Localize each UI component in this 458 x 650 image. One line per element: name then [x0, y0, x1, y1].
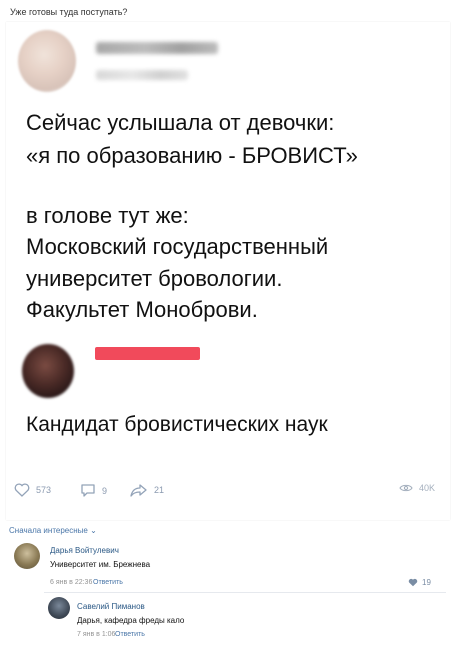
comment-author[interactable]: Дарья Войтулевич — [50, 546, 119, 555]
reply-author-avatar[interactable] — [22, 344, 74, 398]
share-button[interactable]: 21 — [130, 483, 164, 497]
comment-icon — [81, 484, 95, 497]
heart-icon — [14, 483, 30, 497]
comment-time[interactable]: 7 янв в 1:06 — [77, 631, 115, 638]
post-text-line: «я по образованию - БРОВИСТ» — [26, 143, 358, 168]
comment-like-count: 19 — [422, 578, 431, 587]
reply-text: Кандидат бровистических наук — [26, 413, 328, 436]
views-counter: 40K — [399, 483, 435, 493]
comment-author[interactable]: Савелий Пиманов — [77, 602, 145, 611]
comment-count: 9 — [102, 485, 108, 496]
like-button[interactable]: 573 — [14, 483, 51, 497]
page-caption: Уже готовы туда поступать? — [10, 7, 128, 17]
post-text-line: Факультет Моноброви. — [26, 297, 258, 322]
comment-divider — [44, 592, 446, 593]
comment-reply-button[interactable]: Ответить — [115, 631, 145, 638]
comment-text: Университет им. Брежнева — [50, 560, 151, 569]
comment-reply-button[interactable]: Ответить — [93, 579, 123, 586]
share-count: 21 — [154, 485, 165, 495]
like-count: 573 — [36, 485, 52, 495]
author-name-blurred — [96, 42, 218, 54]
comment-button[interactable]: 9 — [80, 483, 107, 498]
post-text-line: Московский государственный — [26, 234, 329, 259]
comment-time[interactable]: 6 янв в 22:36 — [50, 579, 92, 586]
comment-text: Дарья, кафедра фреды кало — [77, 616, 185, 625]
post-date-blurred — [96, 70, 188, 80]
share-icon — [130, 484, 147, 497]
author-avatar[interactable] — [18, 30, 76, 92]
post-text-line: университет бровологии. — [26, 266, 283, 291]
post-text-line: в голове тут же: — [26, 203, 189, 228]
comment-avatar[interactable] — [14, 543, 40, 569]
redacted-author-name — [95, 347, 200, 360]
heart-icon — [408, 578, 418, 587]
comment-like-button[interactable]: 19 — [408, 578, 431, 587]
comment-avatar[interactable] — [48, 597, 70, 619]
views-count: 40K — [419, 483, 436, 493]
eye-icon — [399, 484, 413, 492]
post-text-line: Сейчас услышала от девочки: — [26, 110, 335, 135]
comments-sort-dropdown[interactable]: Сначала интересные ⌄ — [9, 526, 97, 535]
